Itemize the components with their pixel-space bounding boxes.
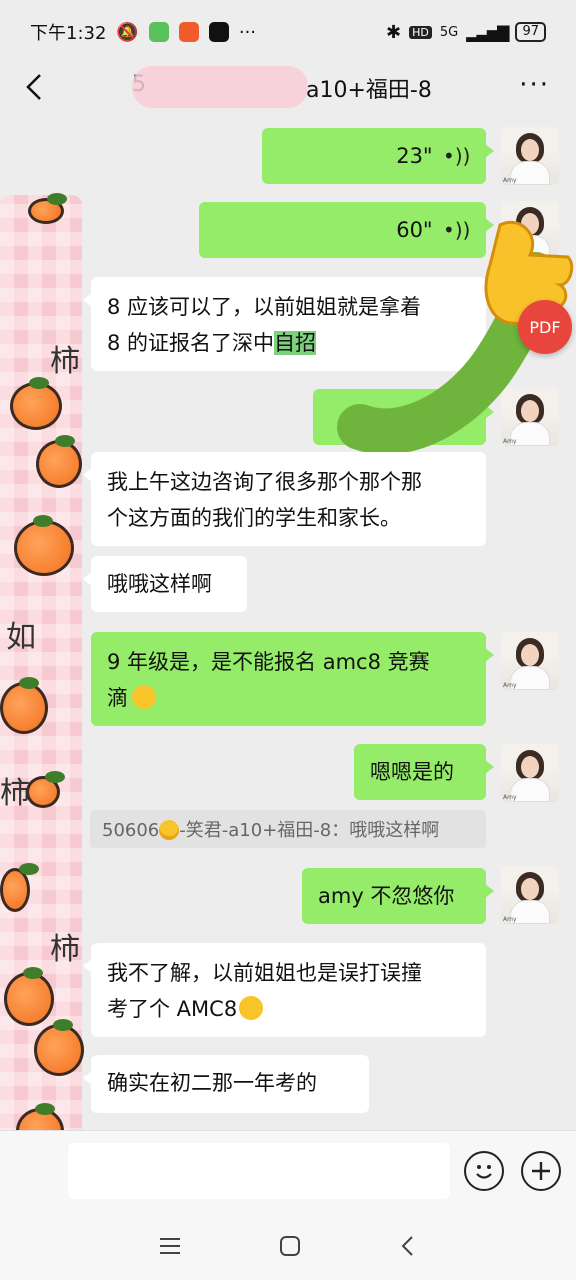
avatar-label: Amy <box>503 251 517 258</box>
app-icon <box>178 22 199 42</box>
status-bar: 下午1:32 🔕 ··· ✱ HD 5G ▂▃▅▇ 97 <box>0 0 576 64</box>
pdf-badge[interactable]: PDF <box>518 300 572 354</box>
chat-title: a10+福田-8 <box>306 78 432 103</box>
message-line: 8 应该可以了，以前姐姐就是拿着 <box>107 295 422 319</box>
avatar[interactable]: Amy <box>501 201 559 259</box>
message-text: 嗯嗯是的 <box>370 760 454 784</box>
back-icon[interactable] <box>22 72 46 102</box>
signal-icon: ▂▃▅▇ <box>466 22 509 42</box>
text-message[interactable]: 确实在初二那一年考的 <box>83 1055 369 1113</box>
persimmon-sticker <box>34 1019 84 1076</box>
persimmon-sticker <box>28 193 67 224</box>
text-message[interactable]: 9 年级是，是不能报名 amc8 竞赛 滴 <box>91 632 494 726</box>
avatar[interactable]: Amy <box>501 866 559 924</box>
voice-duration: 60" <box>396 218 433 242</box>
message-text: 确实在初二那一年考的 <box>107 1071 317 1095</box>
message-text: 考了个 AMC8 <box>107 997 238 1021</box>
text-message[interactable]: 嗯嗯是的 <box>354 744 494 800</box>
nav-back-icon[interactable] <box>398 1234 418 1258</box>
message-input[interactable] <box>68 1143 450 1199</box>
message-text: 滴 <box>107 686 128 710</box>
quote-prefix: 50606 <box>102 820 160 841</box>
emoji-icon[interactable] <box>464 1151 504 1191</box>
text-message[interactable]: 我不了解，以前姐姐也是误打误撞 考了个 AMC8 <box>83 943 486 1037</box>
signal-label: 5G <box>439 24 459 40</box>
quoted-message[interactable]: 50606 -笑君-a10+福田-8：哦哦这样啊 <box>90 810 486 848</box>
plus-icon[interactable] <box>521 1151 561 1191</box>
message-line: 我不了解，以前姐姐也是误打误撞 <box>107 961 422 985</box>
voice-message[interactable]: 60" ((• <box>199 202 494 258</box>
avatar[interactable]: Amy <box>501 632 559 690</box>
laughing-emoji-icon <box>132 685 156 709</box>
avatar-label: Amy <box>503 682 517 689</box>
message-text: 8 的证报名了深中 <box>107 331 275 355</box>
message-line: 滴 <box>107 680 470 716</box>
heart-eyes-emoji-icon <box>159 820 180 840</box>
text-message[interactable]: 8 应该可以了，以前姐姐就是拿着 8 的证报名了深中自招 <box>83 277 486 371</box>
persimmon-sticker <box>26 771 65 808</box>
message-line: 我上午这边咨询了很多那个那个那 <box>107 470 422 494</box>
avatar-label: Amy <box>503 916 517 923</box>
message-text: 哦哦这样啊 <box>107 572 212 596</box>
persimmon-sticker <box>36 435 82 488</box>
title-scribble <box>132 66 308 108</box>
laughing-emoji-icon <box>239 996 264 1020</box>
chat-header: 5 a10+福田-8 ··· <box>0 64 576 110</box>
avatar-label: Amy <box>503 794 517 801</box>
battery-indicator: 97 <box>515 22 546 42</box>
persimmon-sticker <box>10 377 62 430</box>
tiktok-icon <box>208 22 229 42</box>
text-message[interactable]: 哦哦这样啊 <box>83 556 247 612</box>
message-line: 9 年级是，是不能报名 amc8 竞赛 <box>107 650 430 674</box>
message-line: 个这方面的我们的学生和家长。 <box>107 506 401 530</box>
persimmon-sticker <box>0 863 39 912</box>
sticker-character: 柿 <box>50 932 80 967</box>
sticker-character: 柿 <box>0 776 30 811</box>
home-icon[interactable] <box>278 1234 302 1258</box>
voice-message[interactable]: 23" ((• <box>262 128 494 184</box>
voice-icon: ((• <box>442 218 470 242</box>
voice-icon: ((• <box>442 144 470 168</box>
quote-text: -笑君-a10+福田-8：哦哦这样啊 <box>179 820 440 841</box>
persimmon-sticker <box>4 967 54 1026</box>
status-time: 下午1:32 <box>30 23 107 44</box>
avatar-label: Amy <box>503 438 517 445</box>
avatar[interactable]: Amy <box>501 744 559 802</box>
menu-icon[interactable] <box>158 1235 182 1257</box>
avatar-label: Amy <box>503 177 517 184</box>
highlighted-text: 自招 <box>274 331 317 355</box>
more-icon[interactable]: ··· <box>519 70 550 100</box>
persimmon-sticker <box>14 515 74 576</box>
bluetooth-icon: ✱ <box>386 21 402 43</box>
system-nav-bar <box>0 1212 576 1280</box>
text-message[interactable]: amy 不忽悠你 <box>302 868 494 924</box>
avatar[interactable]: Amy <box>501 388 559 446</box>
avatar[interactable]: Amy <box>501 127 559 185</box>
message-text: amy 不忽悠你 <box>318 884 455 908</box>
voice-duration: 23" <box>396 144 433 168</box>
text-message[interactable]: 我上午这边咨询了很多那个那个那 个这方面的我们的学生和家长。 <box>83 452 486 546</box>
status-more: ··· <box>238 21 257 43</box>
hd-badge: HD <box>409 25 432 39</box>
sticker-character: 如 <box>6 620 36 655</box>
message-line: 8 的证报名了深中自招 <box>107 325 470 361</box>
wechat-app-icon <box>148 22 169 42</box>
persimmon-sticker <box>0 677 48 734</box>
voice-message[interactable] <box>313 389 494 445</box>
message-line: 考了个 AMC8 <box>107 991 470 1027</box>
mute-icon: 🔕 <box>116 21 139 43</box>
sticker-character: 柿 <box>50 344 80 379</box>
input-bar <box>0 1130 576 1212</box>
